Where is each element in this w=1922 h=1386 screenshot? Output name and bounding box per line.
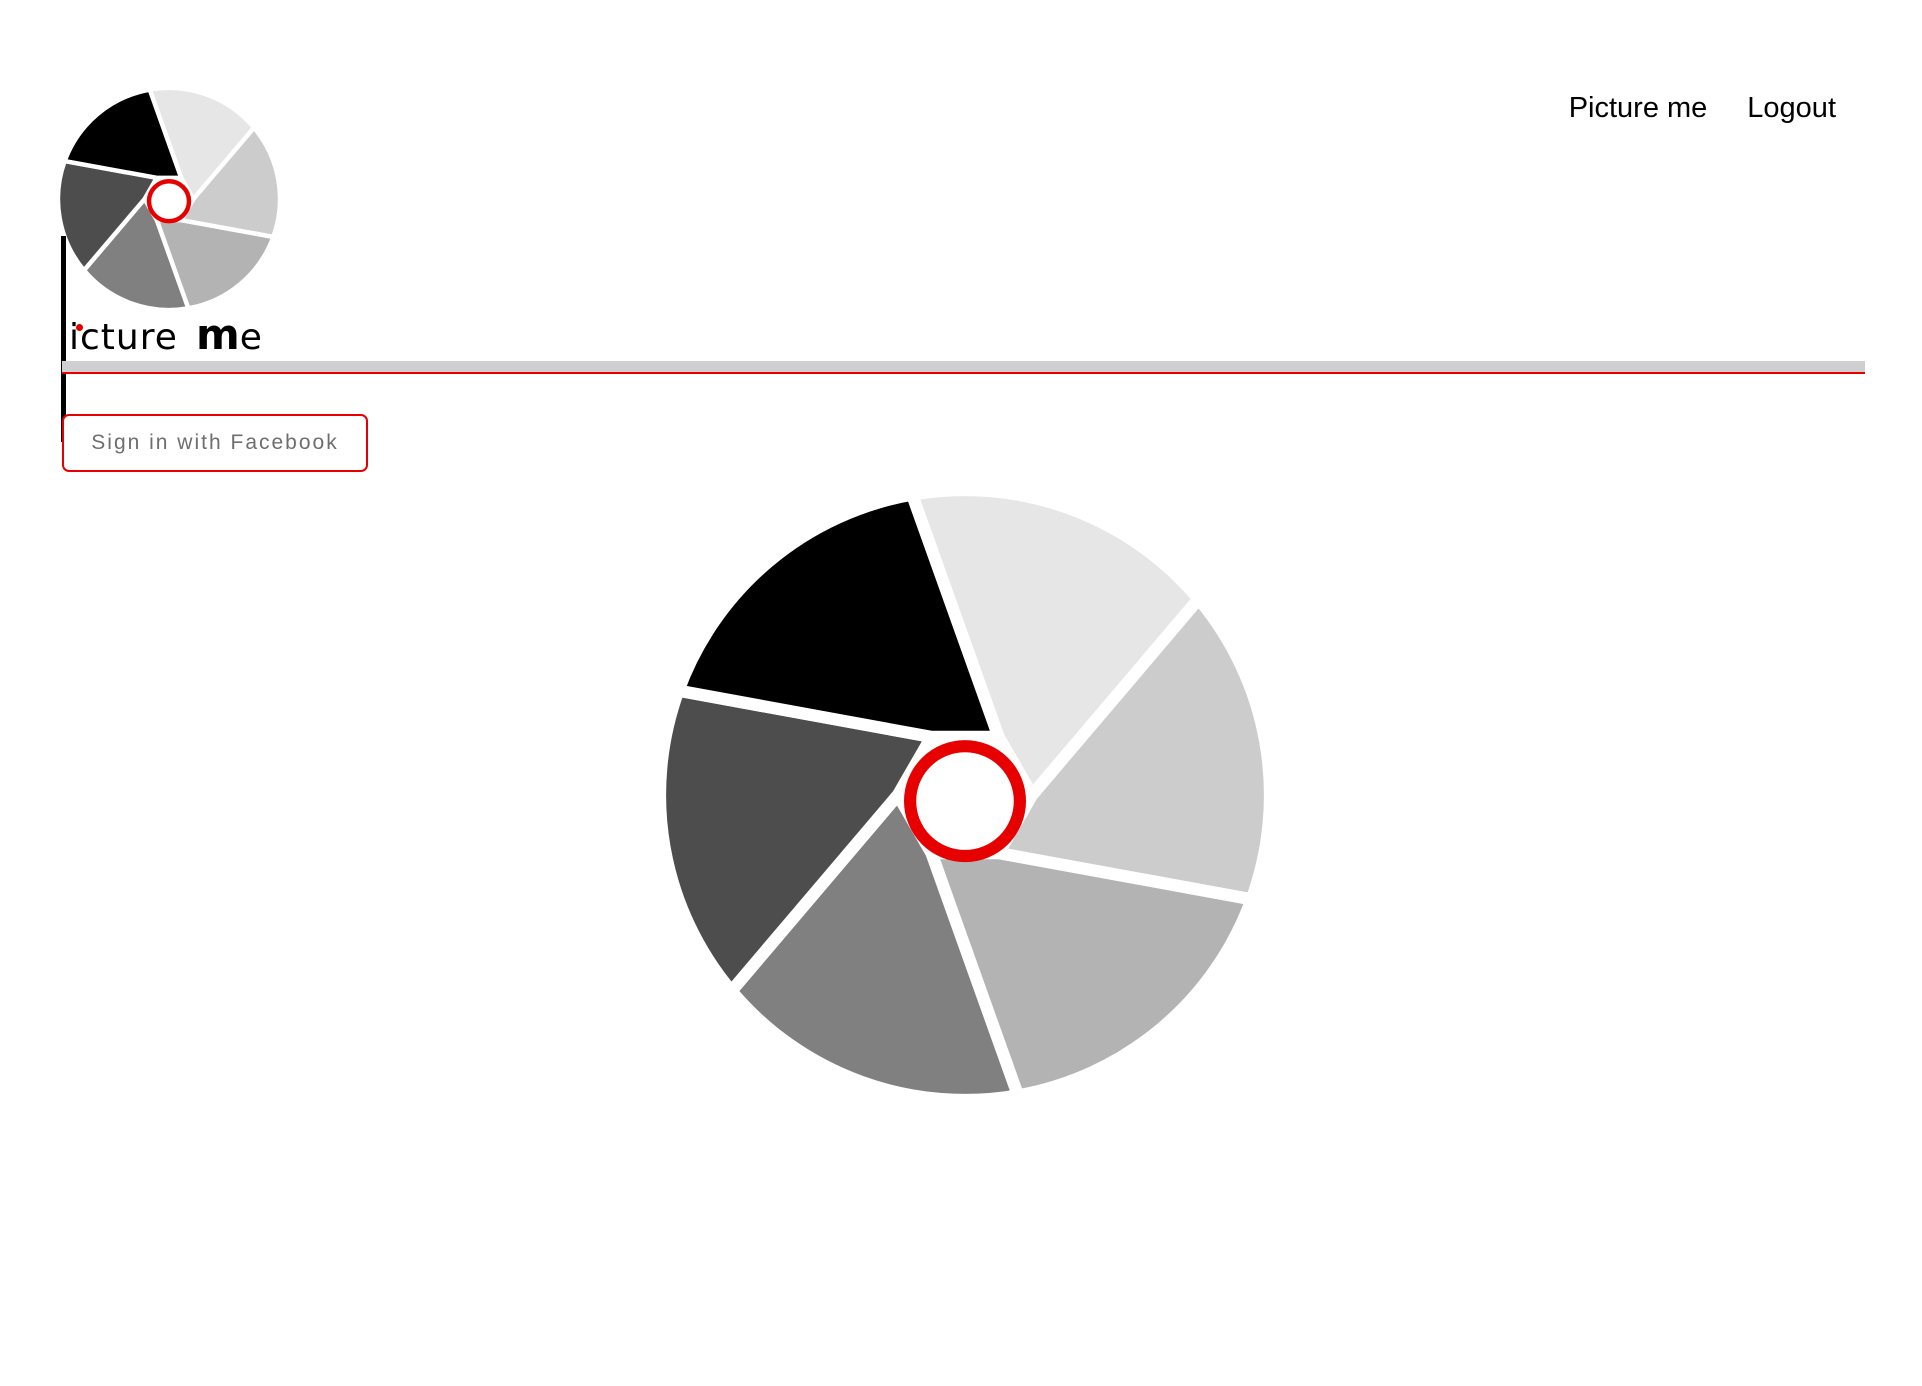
logo-wordmark-picture: icture — [69, 317, 178, 358]
logo-wordmark-me: me — [196, 314, 262, 356]
logo[interactable]: icture me — [58, 88, 280, 442]
nav-link-logout[interactable]: Logout — [1747, 92, 1836, 125]
logo-letter-e: e — [239, 317, 262, 358]
header-divider — [62, 361, 1865, 374]
aperture-center-ring — [146, 179, 192, 224]
camera-aperture-logo-icon — [58, 88, 280, 310]
top-nav: Picture me Logout — [1569, 92, 1836, 125]
sign-in-with-facebook-button[interactable]: Sign in with Facebook — [62, 414, 368, 472]
aperture-center-ring — [904, 740, 1026, 863]
page-header: icture me Picture me Logout — [0, 0, 1922, 442]
nav-link-picture-me[interactable]: Picture me — [1569, 92, 1708, 125]
logo-letter-p-stem — [61, 236, 66, 442]
camera-aperture-icon — [653, 483, 1277, 1107]
logo-letter-m: m — [196, 310, 240, 359]
hero-aperture — [653, 483, 1277, 1107]
